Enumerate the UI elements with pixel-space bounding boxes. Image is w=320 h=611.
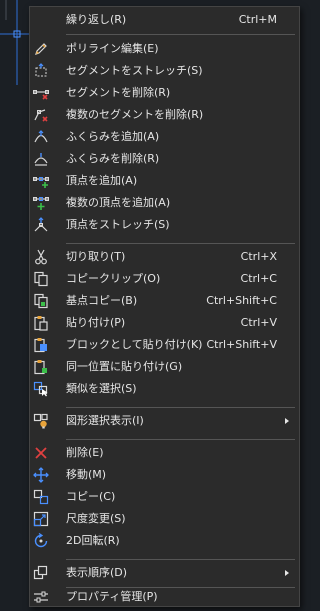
submenu-arrow-icon	[285, 418, 289, 424]
menu-item-label: 移動(M)	[66, 468, 107, 481]
menu-item-label: 類似を選択(S)	[66, 382, 137, 395]
context-menu: 繰り返し(R) Ctrl+M ポリライン編集(E) セグメントをストレッチ(S)…	[29, 6, 300, 607]
draw-order-icon	[33, 565, 49, 581]
delete-bulge-icon	[33, 151, 49, 167]
menu-item-paste[interactable]: 貼り付け(P) Ctrl+V	[30, 313, 299, 333]
menu-separator	[66, 243, 295, 244]
menu-item-copy-base[interactable]: 基点コピー(B) Ctrl+Shift+C	[30, 291, 299, 311]
menu-item-delete-segment[interactable]: セグメントを削除(R)	[30, 83, 299, 103]
menu-item-label: 貼り付け(P)	[66, 316, 126, 329]
menu-item-shortcut: Ctrl+M	[238, 13, 277, 26]
menu-separator	[66, 34, 295, 35]
menu-item-label: 表示順序(D)	[66, 566, 128, 579]
delete-segments-icon	[33, 107, 49, 123]
menu-item-label: 尺度変更(S)	[66, 512, 126, 525]
menu-item-repeat[interactable]: 繰り返し(R) Ctrl+M	[30, 10, 299, 30]
menu-item-label: セグメントをストレッチ(S)	[66, 64, 203, 77]
menu-item-label: ふくらみを削除(R)	[66, 152, 160, 165]
menu-item-paste-block[interactable]: ブロックとして貼り付け(K) Ctrl+Shift+V	[30, 335, 299, 355]
paste-original-coords-icon	[33, 359, 49, 375]
menu-item-label: 図形選択表示(I)	[66, 414, 144, 427]
paste-block-icon	[33, 337, 49, 353]
stretch-segment-icon	[33, 63, 49, 79]
menu-item-isolate[interactable]: 図形選択表示(I)	[30, 411, 299, 431]
menu-item-label: ふくらみを追加(A)	[66, 130, 160, 143]
isolate-objects-icon	[33, 413, 49, 429]
menu-item-label: ポリライン編集(E)	[66, 42, 159, 55]
menu-item-label: 切り取り(T)	[66, 250, 126, 263]
menu-item-label: 頂点を追加(A)	[66, 174, 138, 187]
menu-item-move[interactable]: 移動(M)	[30, 465, 299, 485]
move-arrows-icon	[33, 467, 49, 483]
add-vertices-icon	[33, 195, 49, 211]
menu-item-label: 削除(E)	[66, 446, 104, 459]
menu-item-label: ブロックとして貼り付け(K)	[66, 338, 203, 351]
properties-sliders-icon	[33, 589, 49, 605]
menu-item-add-vertices[interactable]: 複数の頂点を追加(A)	[30, 193, 299, 213]
menu-item-add-vertex[interactable]: 頂点を追加(A)	[30, 171, 299, 191]
menu-item-label: 複数のセグメントを削除(R)	[66, 108, 204, 121]
scale-icon	[33, 511, 49, 527]
menu-item-select-similar[interactable]: 類似を選択(S)	[30, 379, 299, 399]
menu-item-label: コピー(C)	[66, 490, 116, 503]
menu-item-label: 基点コピー(B)	[66, 294, 138, 307]
menu-item-erase[interactable]: 削除(E)	[30, 443, 299, 463]
menu-item-shortcut: Ctrl+X	[240, 250, 277, 263]
copy-base-icon	[33, 293, 49, 309]
pencil-icon	[33, 41, 49, 57]
submenu-arrow-icon	[285, 570, 289, 576]
copy-clip-icon	[33, 271, 49, 287]
menu-item-shortcut: Ctrl+C	[240, 272, 277, 285]
menu-item-label: 複数の頂点を追加(A)	[66, 196, 171, 209]
menu-item-properties[interactable]: プロパティ管理(P)	[30, 587, 299, 607]
stretch-vertex-icon	[33, 217, 49, 233]
add-bulge-icon	[33, 129, 49, 145]
menu-separator	[66, 559, 295, 560]
menu-item-label: セグメントを削除(R)	[66, 86, 171, 99]
menu-item-shortcut: Ctrl+Shift+V	[206, 338, 277, 351]
menu-item-copy[interactable]: コピー(C)	[30, 487, 299, 507]
menu-item-stretch-segment[interactable]: セグメントをストレッチ(S)	[30, 61, 299, 81]
menu-item-cut[interactable]: 切り取り(T) Ctrl+X	[30, 247, 299, 267]
add-vertex-icon	[33, 173, 49, 189]
menu-item-label: 繰り返し(R)	[66, 13, 127, 26]
menu-item-label: コピークリップ(O)	[66, 272, 161, 285]
menu-item-stretch-vertex[interactable]: 頂点をストレッチ(S)	[30, 215, 299, 235]
clipboard-paste-icon	[33, 315, 49, 331]
menu-item-rotate[interactable]: 2D回転(R)	[30, 531, 299, 551]
menu-item-paste-orig[interactable]: 同一位置に貼り付け(G)	[30, 357, 299, 377]
scissors-icon	[33, 249, 49, 265]
menu-item-delete-segments[interactable]: 複数のセグメントを削除(R)	[30, 105, 299, 125]
copy-objects-icon	[33, 489, 49, 505]
menu-item-draw-order[interactable]: 表示順序(D)	[30, 563, 299, 583]
menu-item-label: 同一位置に貼り付け(G)	[66, 360, 183, 373]
menu-separator	[66, 439, 295, 440]
menu-item-copy-clip[interactable]: コピークリップ(O) Ctrl+C	[30, 269, 299, 289]
menu-item-shortcut: Ctrl+Shift+C	[206, 294, 277, 307]
menu-item-add-bulge[interactable]: ふくらみを追加(A)	[30, 127, 299, 147]
menu-item-scale[interactable]: 尺度変更(S)	[30, 509, 299, 529]
menu-item-label: 頂点をストレッチ(S)	[66, 218, 170, 231]
rotate-icon	[33, 533, 49, 549]
menu-item-delete-bulge[interactable]: ふくらみを削除(R)	[30, 149, 299, 169]
menu-item-label: 2D回転(R)	[66, 534, 120, 547]
menu-item-polyline-edit[interactable]: ポリライン編集(E)	[30, 39, 299, 59]
select-similar-icon	[33, 381, 49, 397]
menu-item-shortcut: Ctrl+V	[240, 316, 277, 329]
menu-separator	[66, 407, 295, 408]
delete-segment-icon	[33, 85, 49, 101]
menu-item-label: プロパティ管理(P)	[66, 590, 158, 603]
erase-x-icon	[33, 445, 49, 461]
